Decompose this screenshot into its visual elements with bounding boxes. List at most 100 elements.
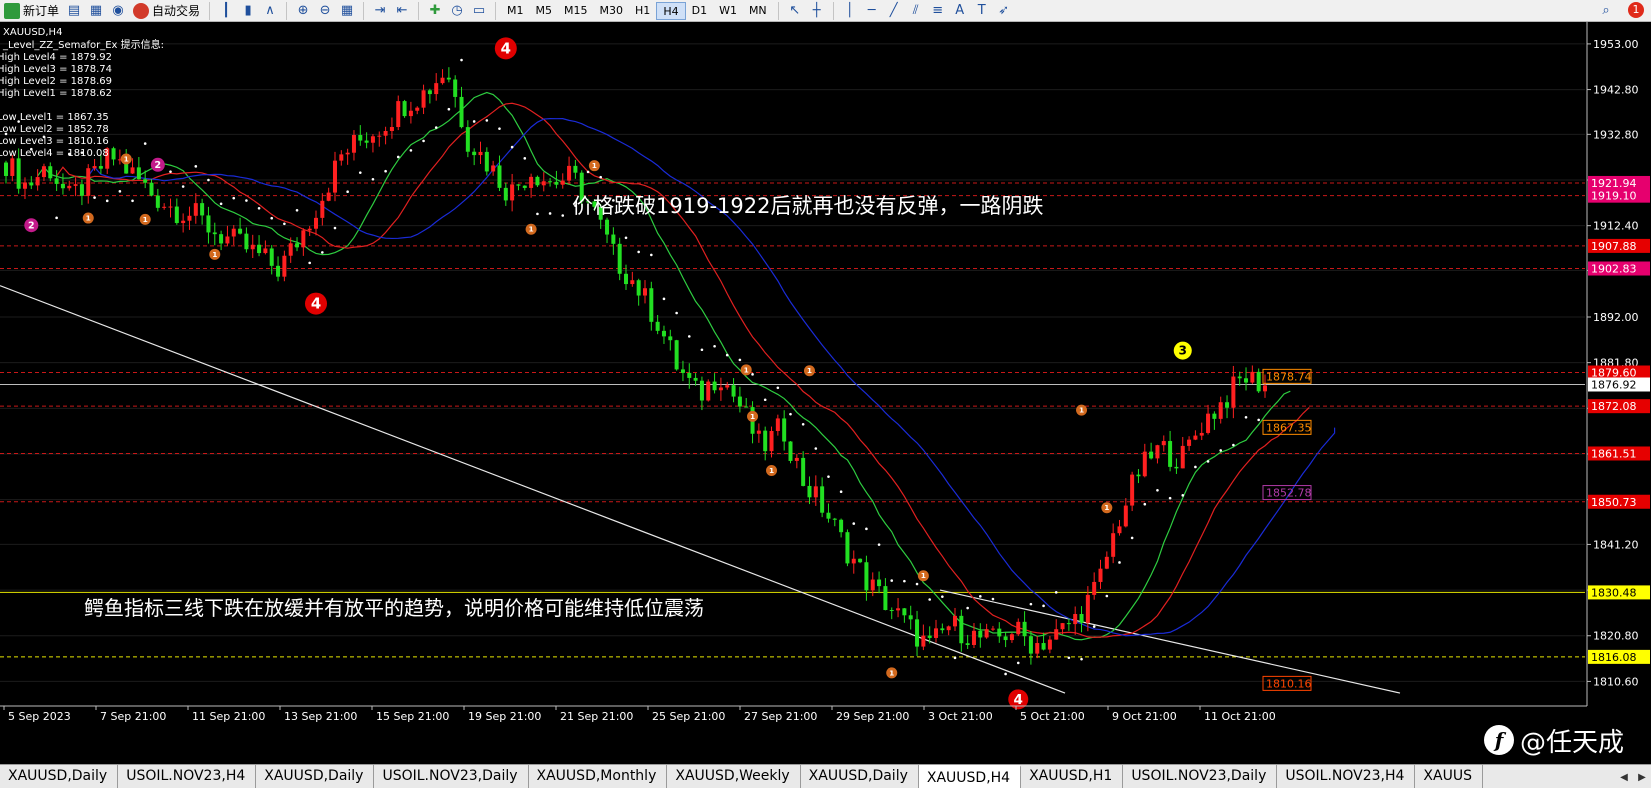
notification-button[interactable]: 1 (1625, 0, 1647, 20)
channel-icon[interactable]: ⫽ (906, 2, 926, 20)
line-chart-icon[interactable]: ∧ (260, 2, 280, 20)
chart-canvas[interactable]: 4 4 3 2 2 1 1 1 1 1 1 1 1 1 1 1 1 1 1 4 1878.74 1867.35 1852.… (0, 22, 1651, 764)
new-order-button[interactable]: 新订单 (1, 1, 62, 21)
chart-tab[interactable]: XAUUSD,Daily (0, 765, 119, 788)
sar-dot (675, 311, 678, 315)
candle-body (212, 232, 217, 235)
candle-body (813, 486, 818, 498)
chart-tab[interactable]: XAUUSD,Daily (256, 765, 375, 788)
timeframe-m5[interactable]: M5 (530, 2, 559, 20)
search-icon[interactable]: ⌕ (1596, 2, 1616, 20)
mt4-window: 新订单 ▤ ▦ ◉ 自动交易 ┃ ▮ ∧ ⊕ ⊖ ▦ ⇥ ⇤ ✚ ◷ ▭ M1 … (0, 0, 1651, 788)
candle-body (377, 135, 382, 137)
candle-body (168, 206, 173, 208)
auto-trading-button[interactable]: 自动交易 (130, 1, 203, 21)
sar-dot (194, 165, 198, 168)
timeframe-m30[interactable]: M30 (594, 2, 630, 20)
candle-body (1047, 639, 1052, 650)
sar-dot (890, 579, 894, 582)
zoom-out-icon[interactable]: ⊖ (315, 2, 335, 20)
timeframe-w1[interactable]: W1 (713, 2, 743, 20)
chart-tab[interactable]: USOIL.NOV23,H4 (118, 765, 257, 788)
tile-windows-icon[interactable]: ▦ (337, 2, 357, 20)
templates-icon[interactable]: ▭ (469, 2, 489, 20)
sar-dot (346, 190, 349, 194)
price-axis: 1953.001942.801932.801922.601912.401902.… (1586, 22, 1650, 706)
sar-dot (232, 196, 236, 200)
candle-body (1256, 371, 1261, 392)
candle-body (630, 280, 635, 285)
chart-tab[interactable]: XAUUSD,Weekly (667, 765, 801, 788)
trendline-icon[interactable]: ╱ (884, 2, 904, 20)
candle-body (314, 217, 319, 229)
chart-tabs: XAUUSD,Daily USOIL.NOV23,H4 XAUUSD,Daily… (0, 764, 1651, 788)
time-tick-label: 7 Sep 21:00 (100, 710, 166, 723)
candle-body (282, 255, 287, 277)
candle-body (510, 184, 515, 201)
cursor-icon[interactable]: ↖ (785, 2, 805, 20)
candle-body (978, 630, 983, 638)
candle-body (427, 90, 432, 95)
indicators-icon[interactable]: ✚ (425, 2, 445, 20)
crosshair-icon[interactable]: ┼ (807, 2, 827, 20)
price-tick-label: 1892.00 (1593, 311, 1639, 324)
timeframe-h4[interactable]: H4 (656, 1, 686, 20)
tab-scroll-right-icon[interactable]: ▶ (1638, 772, 1646, 783)
navigator-icon[interactable]: ◉ (108, 2, 128, 20)
arrows-icon[interactable]: ➶ (994, 2, 1014, 20)
timeframe-m15[interactable]: M15 (558, 2, 594, 20)
time-axis: 5 Sep 2023 7 Sep 21:00 11 Sep 21:00 13 Sep … (0, 705, 1587, 723)
periods-icon[interactable]: ◷ (447, 2, 467, 20)
sar-dot (839, 490, 843, 494)
sar-dot (55, 216, 58, 220)
candle-body (820, 486, 825, 513)
candle-body (86, 168, 91, 196)
chart-tab[interactable]: XAUUSD,Monthly (529, 765, 668, 788)
candle-body (1009, 634, 1014, 641)
autoscroll-icon[interactable]: ⇥ (370, 2, 390, 20)
chart-shift-icon[interactable]: ⇤ (392, 2, 412, 20)
candle-body (858, 558, 863, 563)
candle-body (155, 195, 160, 208)
price-marker-label: 1830.48 (1591, 586, 1637, 599)
vertical-line-icon[interactable]: │ (840, 2, 860, 20)
candle-body (1123, 505, 1128, 527)
candle-body (238, 228, 243, 234)
fibonacci-icon[interactable]: ≡ (928, 2, 948, 20)
chart-tab[interactable]: XAUUS (1415, 765, 1483, 788)
sar-dot (877, 543, 881, 546)
sar-dot (207, 178, 210, 182)
semafor-level1-marker-number: 1 (889, 668, 894, 677)
candle-body (415, 107, 420, 111)
tab-scroll-left-icon[interactable]: ◀ (1620, 772, 1628, 783)
data-window-icon[interactable]: ▦ (86, 2, 106, 20)
price-chart[interactable]: 4 4 3 2 2 1 1 1 1 1 1 1 1 1 1 1 1 1 1 4 1878.74 1867.35 1852.… (0, 22, 1651, 764)
bar-chart-icon[interactable]: ┃ (216, 2, 236, 20)
text-icon[interactable]: A (950, 2, 970, 20)
horizontal-line-icon[interactable]: ─ (862, 2, 882, 20)
chart-tab-active[interactable]: XAUUSD,H4 (918, 765, 1022, 788)
text-label-icon[interactable]: T (972, 2, 992, 20)
timeframe-h1[interactable]: H1 (629, 2, 656, 20)
zoom-in-icon[interactable]: ⊕ (293, 2, 313, 20)
timeframe-m1[interactable]: M1 (501, 2, 530, 20)
sar-dot (548, 212, 552, 215)
chart-tab[interactable]: USOIL.NOV23,Daily (1123, 765, 1278, 788)
chart-tab[interactable]: XAUUSD,H1 (1021, 765, 1124, 788)
candlestick-icon[interactable]: ▮ (238, 2, 258, 20)
price-tick-label: 1841.20 (1593, 538, 1639, 551)
semafor-level-value: 1852.78 (1266, 487, 1312, 500)
semafor-level1-marker-number: 1 (529, 225, 534, 234)
sar-dot (245, 199, 248, 202)
indicator-line: Low Level2 = 1852.78 (0, 124, 109, 135)
candle-body (244, 233, 249, 250)
chart-tab[interactable]: USOIL.NOV23,Daily (374, 765, 529, 788)
chart-tab[interactable]: XAUUSD,Daily (801, 765, 919, 788)
sar-dot (637, 250, 640, 254)
market-watch-icon[interactable]: ▤ (64, 2, 84, 20)
time-tick-label: 5 Sep 2023 (8, 710, 71, 723)
timeframe-d1[interactable]: D1 (686, 2, 713, 20)
sar-dot (801, 422, 805, 426)
timeframe-mn[interactable]: MN (743, 2, 773, 20)
chart-tab[interactable]: USOIL.NOV23,H4 (1277, 765, 1416, 788)
